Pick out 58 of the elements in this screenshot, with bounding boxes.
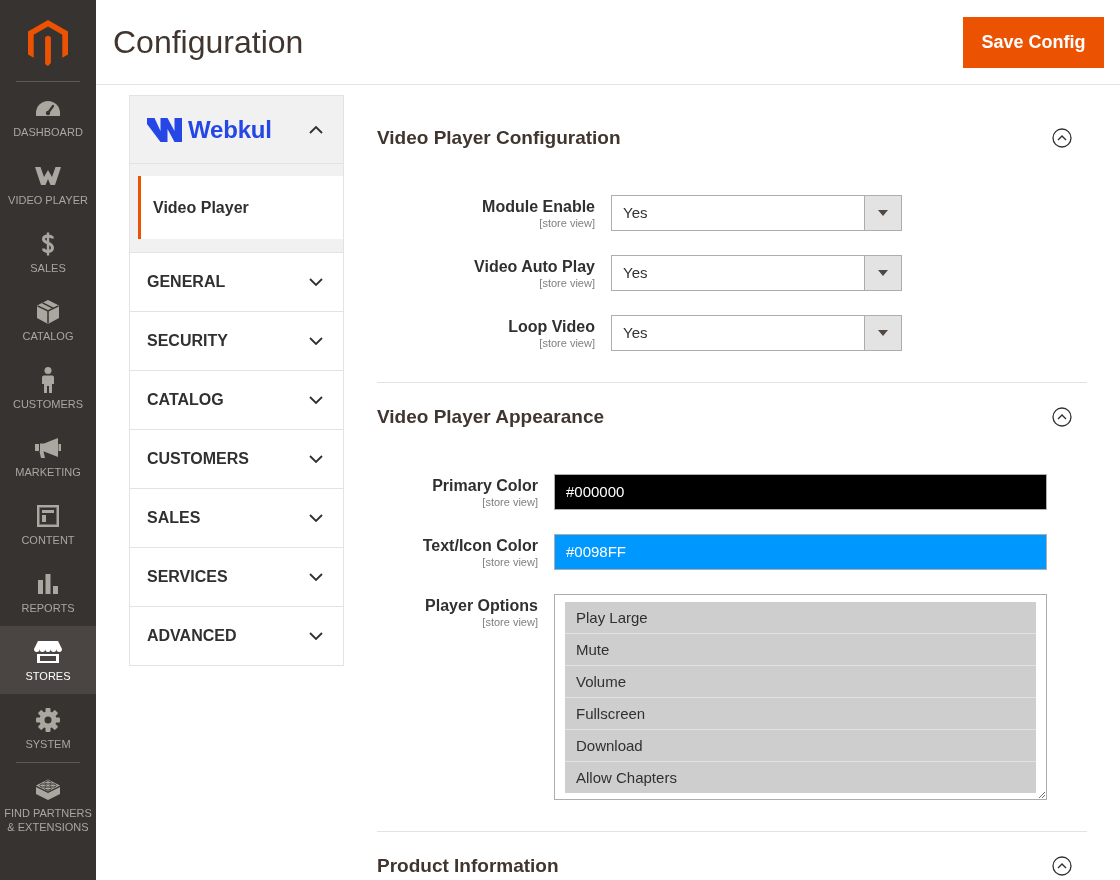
nav-item[interactable]: REPORTS: [0, 558, 96, 626]
nav-item[interactable]: DASHBOARD: [0, 82, 96, 150]
caret-icon: [878, 330, 888, 336]
color-input-field[interactable]: #000000: [554, 474, 1047, 510]
section-header[interactable]: Video Player Appearance: [377, 397, 1087, 437]
nav-item[interactable]: CUSTOMERS: [0, 354, 96, 422]
scope-label: [store view]: [539, 217, 595, 230]
list-option[interactable]: Fullscreen: [565, 697, 1036, 729]
select-field[interactable]: Yes: [611, 255, 902, 291]
nav-item[interactable]: SYSTEM: [0, 694, 96, 762]
resize-grip-icon[interactable]: [1039, 792, 1045, 798]
field-label: Video Auto Play: [474, 257, 595, 277]
select-field[interactable]: Yes: [611, 315, 902, 351]
select-field[interactable]: Yes: [611, 195, 902, 231]
nav-item[interactable]: CATALOG: [0, 286, 96, 354]
scope-label: [store view]: [482, 616, 538, 629]
nav-item[interactable]: STORES: [0, 626, 96, 694]
tab-item[interactable]: Video Player: [138, 176, 343, 239]
nav-item[interactable]: VIDEO PLAYER: [0, 150, 96, 218]
nav-item[interactable]: SALES: [0, 218, 96, 286]
brick-icon: [36, 778, 60, 800]
logo-icon[interactable]: [28, 20, 68, 66]
megaphone-icon: [35, 438, 61, 458]
bar-chart-icon: [38, 574, 58, 594]
multiselect-field[interactable]: Play Large Mute Volume Fullscreen Download Allow Chapters: [554, 594, 1047, 800]
box-icon: [37, 300, 59, 324]
person-icon: [42, 367, 54, 393]
w-letter-icon: [35, 167, 61, 185]
list-option[interactable]: Mute: [565, 633, 1036, 665]
scope-label: [store view]: [539, 337, 595, 350]
field-label: Module Enable: [482, 197, 595, 217]
scope-label: [store view]: [482, 556, 538, 569]
field-label: Primary Color: [432, 476, 538, 496]
list-option[interactable]: Play Large: [565, 602, 1036, 633]
layout-icon: [37, 505, 59, 527]
scope-label: [store view]: [482, 496, 538, 509]
w-mark-icon: [147, 117, 182, 142]
list-option[interactable]: Allow Chapters: [565, 761, 1036, 793]
field-label: Player Options: [425, 596, 538, 616]
gauge-icon: [36, 100, 60, 116]
list-option[interactable]: Volume: [565, 665, 1036, 697]
tab-group-header[interactable]: Webkul: [130, 96, 343, 163]
save-config-button[interactable]: Save Config: [963, 16, 1104, 68]
caret-icon: [878, 270, 888, 276]
nav-item[interactable]: FIND PARTNERS & EXTENSIONS: [0, 763, 96, 842]
field-label: Text/Icon Color: [422, 536, 538, 556]
field-label: Loop Video: [508, 317, 595, 337]
dollar-icon: [41, 232, 55, 256]
scope-label: [store view]: [539, 277, 595, 290]
caret-icon: [878, 210, 888, 216]
settings-icon: [36, 708, 60, 732]
list-option[interactable]: Download: [565, 729, 1036, 761]
nav-item[interactable]: CONTENT: [0, 490, 96, 558]
section-header[interactable]: Product Information: [377, 846, 1087, 880]
page-title: Configuration: [113, 23, 304, 62]
section-header[interactable]: Video Player Configuration: [377, 118, 1087, 158]
nav-item[interactable]: MARKETING: [0, 422, 96, 490]
storefront-icon: [34, 641, 62, 663]
